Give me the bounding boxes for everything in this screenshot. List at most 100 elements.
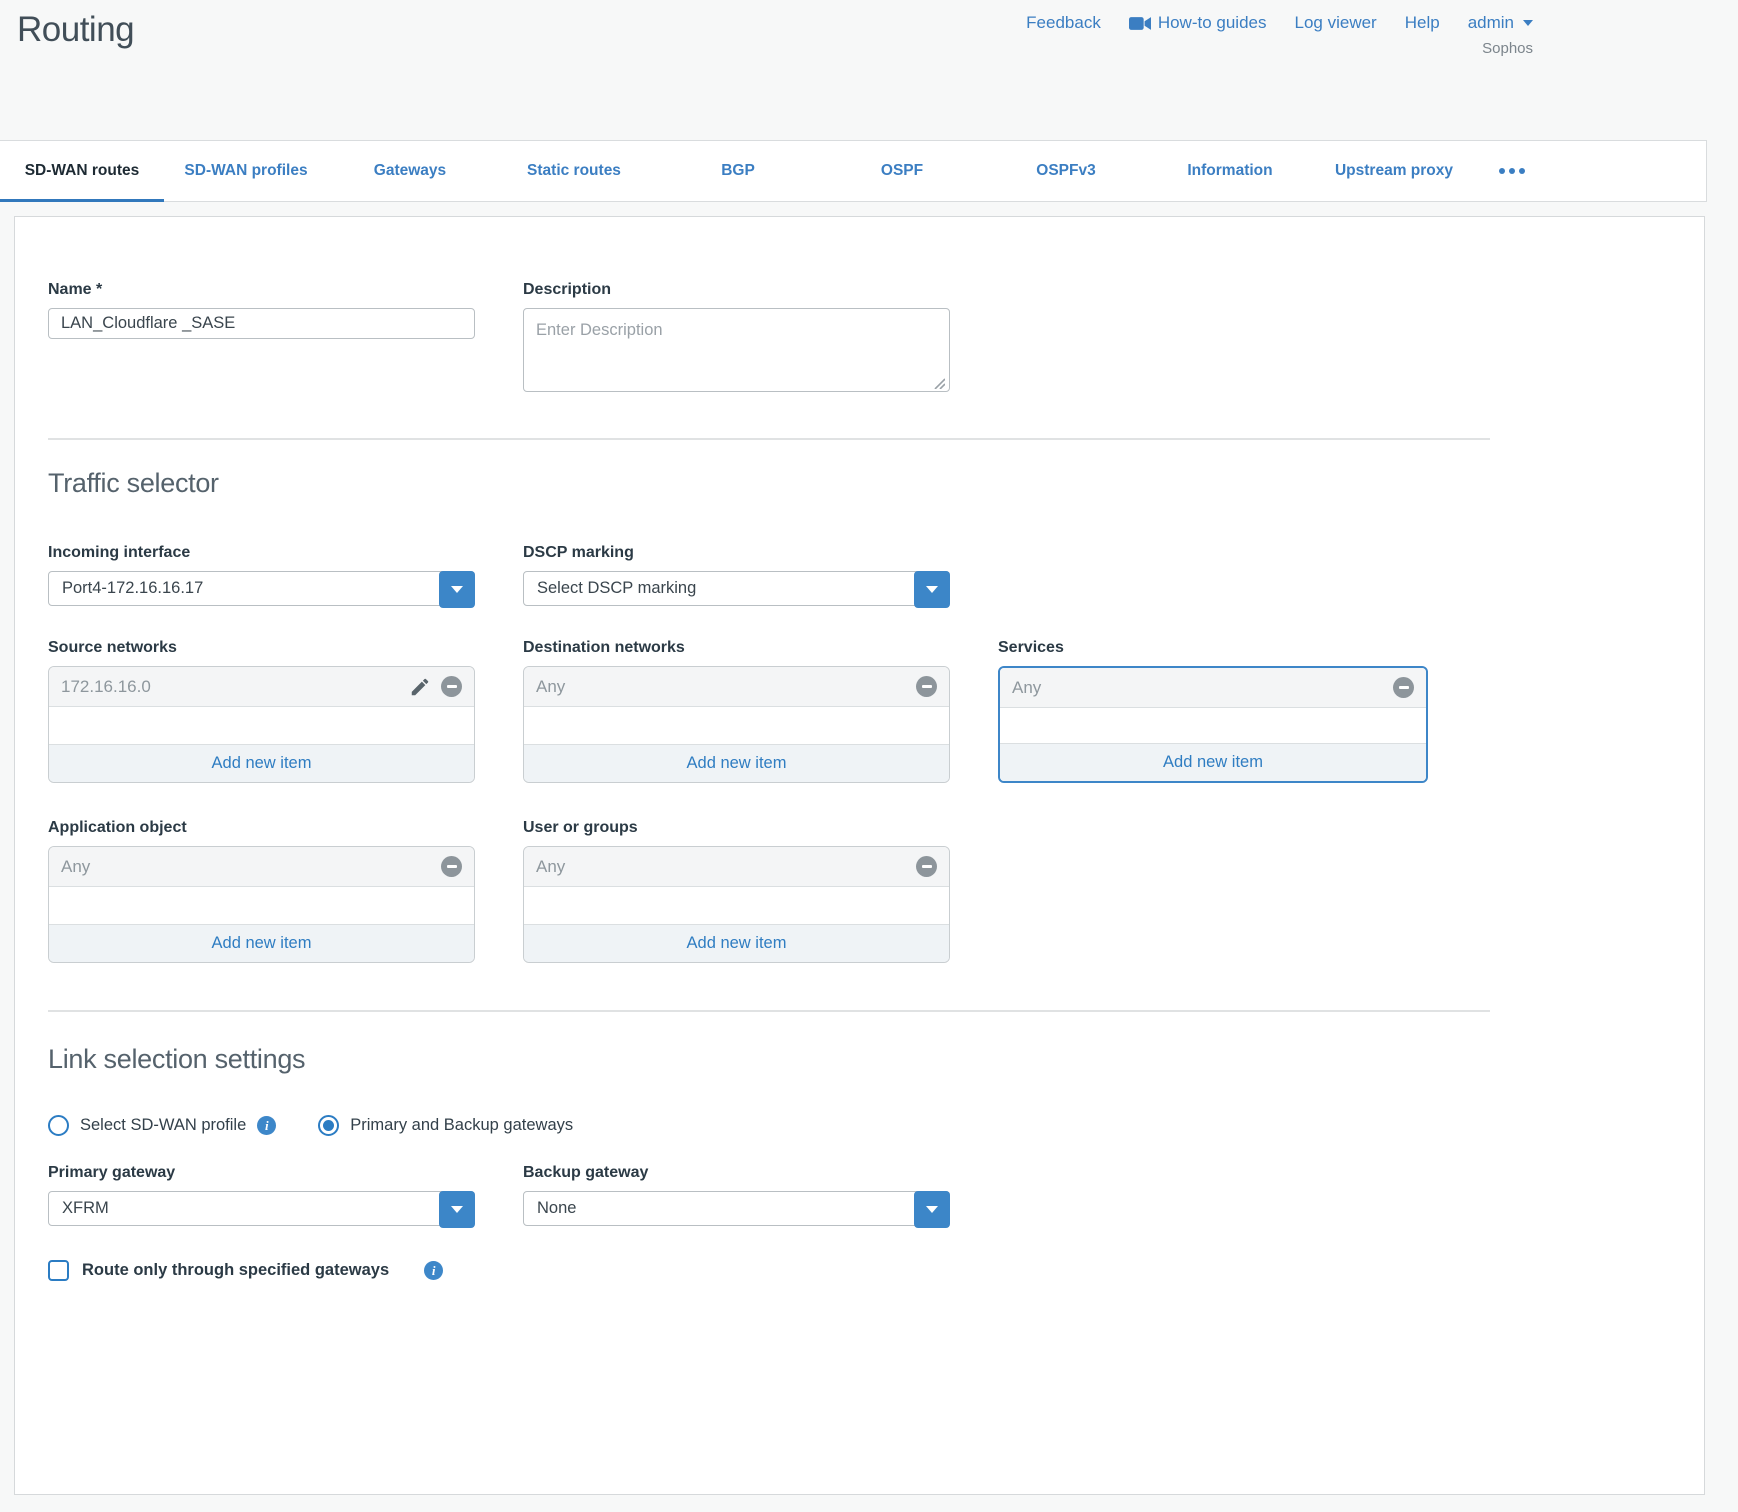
feedback-link[interactable]: Feedback xyxy=(1026,13,1101,33)
link-selection-heading: Link selection settings xyxy=(48,1044,1704,1075)
list-item: 172.16.16.0 xyxy=(49,667,474,707)
list-item-label: Any xyxy=(536,677,565,697)
add-new-item-button[interactable]: Add new item xyxy=(49,924,474,962)
info-icon[interactable]: i xyxy=(424,1261,443,1280)
destination-networks-label: Destination networks xyxy=(523,639,950,657)
page-header: Routing Feedback How-to guides Log viewe… xyxy=(0,0,1738,140)
remove-item-icon[interactable] xyxy=(916,856,937,877)
destination-networks-listbox: Any Add new item xyxy=(523,666,950,783)
tab-sdwan-routes[interactable]: SD-WAN routes xyxy=(0,141,164,201)
remove-item-icon[interactable] xyxy=(916,676,937,697)
log-viewer-label: Log viewer xyxy=(1295,13,1377,33)
radio-icon[interactable] xyxy=(48,1115,69,1136)
dropdown-arrow-icon[interactable] xyxy=(439,1191,475,1228)
section-divider xyxy=(48,1010,1490,1012)
incoming-interface-value: Port4-172.16.16.17 xyxy=(62,579,203,598)
dropdown-arrow-icon[interactable] xyxy=(914,1191,950,1228)
tab-sdwan-profiles[interactable]: SD-WAN profiles xyxy=(164,141,328,201)
dropdown-arrow-icon[interactable] xyxy=(439,571,475,608)
remove-item-icon[interactable] xyxy=(1393,677,1414,698)
list-empty-area xyxy=(49,707,474,744)
radio-primary-backup-gateways[interactable]: Primary and Backup gateways xyxy=(318,1115,573,1136)
howto-guides-link[interactable]: How-to guides xyxy=(1129,13,1267,33)
add-new-item-button[interactable]: Add new item xyxy=(524,744,949,782)
video-camera-icon xyxy=(1129,16,1151,31)
list-item: Any xyxy=(524,847,949,887)
howto-guides-label: How-to guides xyxy=(1158,13,1267,33)
list-item-label: 172.16.16.0 xyxy=(61,677,151,697)
list-item-label: Any xyxy=(61,857,90,877)
brand-label: Sophos xyxy=(1482,40,1533,57)
radio-select-sdwan-profile[interactable]: Select SD-WAN profile i xyxy=(48,1115,276,1136)
backup-gateway-label: Backup gateway xyxy=(523,1164,950,1182)
list-item: Any xyxy=(49,847,474,887)
description-label: Description xyxy=(523,281,950,299)
description-textarea[interactable] xyxy=(523,308,950,392)
dscp-marking-label: DSCP marking xyxy=(523,544,950,562)
list-empty-area xyxy=(1000,708,1426,743)
incoming-interface-select[interactable]: Port4-172.16.16.17 xyxy=(48,571,475,606)
list-item-label: Any xyxy=(1012,678,1041,698)
tab-bar: SD-WAN routes SD-WAN profiles Gateways S… xyxy=(0,140,1707,202)
chevron-down-icon xyxy=(1523,20,1533,26)
route-only-label: Route only through specified gateways xyxy=(82,1261,389,1280)
name-label: Name * xyxy=(48,281,475,299)
add-new-item-button[interactable]: Add new item xyxy=(1000,743,1426,781)
resize-grip-icon[interactable] xyxy=(932,376,945,389)
list-empty-area xyxy=(524,707,949,744)
tab-gateways[interactable]: Gateways xyxy=(328,141,492,201)
info-icon[interactable]: i xyxy=(257,1116,276,1135)
tab-static-routes[interactable]: Static routes xyxy=(492,141,656,201)
sdwan-route-form-panel: Name * Description Traffic selector Inco… xyxy=(14,216,1705,1495)
application-object-listbox: Any Add new item xyxy=(48,846,475,963)
list-item-label: Any xyxy=(536,857,565,877)
radio-label: Primary and Backup gateways xyxy=(350,1116,573,1135)
radio-checked-icon[interactable] xyxy=(318,1115,339,1136)
remove-item-icon[interactable] xyxy=(441,856,462,877)
admin-menu[interactable]: admin xyxy=(1468,13,1533,33)
user-or-groups-listbox: Any Add new item xyxy=(523,846,950,963)
add-new-item-button[interactable]: Add new item xyxy=(49,744,474,782)
tab-information[interactable]: Information xyxy=(1148,141,1312,201)
help-link[interactable]: Help xyxy=(1405,13,1440,33)
tab-ospf[interactable]: OSPF xyxy=(820,141,984,201)
list-item: Any xyxy=(1000,668,1426,708)
add-new-item-button[interactable]: Add new item xyxy=(524,924,949,962)
dscp-marking-select[interactable]: Select DSCP marking xyxy=(523,571,950,606)
help-label: Help xyxy=(1405,13,1440,33)
dscp-marking-value: Select DSCP marking xyxy=(537,579,696,598)
ellipsis-icon xyxy=(1499,168,1505,174)
dropdown-arrow-icon[interactable] xyxy=(914,571,950,608)
user-or-groups-label: User or groups xyxy=(523,819,950,837)
page-title: Routing xyxy=(17,10,134,50)
required-asterisk: * xyxy=(96,281,102,298)
header-links: Feedback How-to guides Log viewer Help a… xyxy=(1026,13,1533,33)
primary-gateway-value: XFRM xyxy=(62,1199,109,1218)
incoming-interface-label: Incoming interface xyxy=(48,544,475,562)
tab-upstream-proxy[interactable]: Upstream proxy xyxy=(1312,141,1476,201)
traffic-selector-heading: Traffic selector xyxy=(48,468,1704,499)
services-listbox: Any Add new item xyxy=(998,666,1428,783)
remove-item-icon[interactable] xyxy=(441,676,462,697)
source-networks-label: Source networks xyxy=(48,639,475,657)
primary-gateway-label: Primary gateway xyxy=(48,1164,475,1182)
route-only-checkbox[interactable] xyxy=(48,1260,69,1281)
services-label: Services xyxy=(998,639,1428,657)
more-tabs-button[interactable] xyxy=(1476,141,1548,201)
log-viewer-link[interactable]: Log viewer xyxy=(1295,13,1377,33)
radio-label: Select SD-WAN profile xyxy=(80,1116,246,1135)
backup-gateway-value: None xyxy=(537,1199,576,1218)
tab-ospfv3[interactable]: OSPFv3 xyxy=(984,141,1148,201)
section-divider xyxy=(48,438,1490,440)
name-input[interactable] xyxy=(48,308,475,339)
list-empty-area xyxy=(49,887,474,924)
edit-pencil-icon[interactable] xyxy=(409,676,431,698)
list-item: Any xyxy=(524,667,949,707)
tab-bgp[interactable]: BGP xyxy=(656,141,820,201)
feedback-link-label: Feedback xyxy=(1026,13,1101,33)
backup-gateway-select[interactable]: None xyxy=(523,1191,950,1226)
application-object-label: Application object xyxy=(48,819,475,837)
source-networks-listbox: 172.16.16.0 Add new item xyxy=(48,666,475,783)
primary-gateway-select[interactable]: XFRM xyxy=(48,1191,475,1226)
admin-menu-label: admin xyxy=(1468,13,1514,33)
